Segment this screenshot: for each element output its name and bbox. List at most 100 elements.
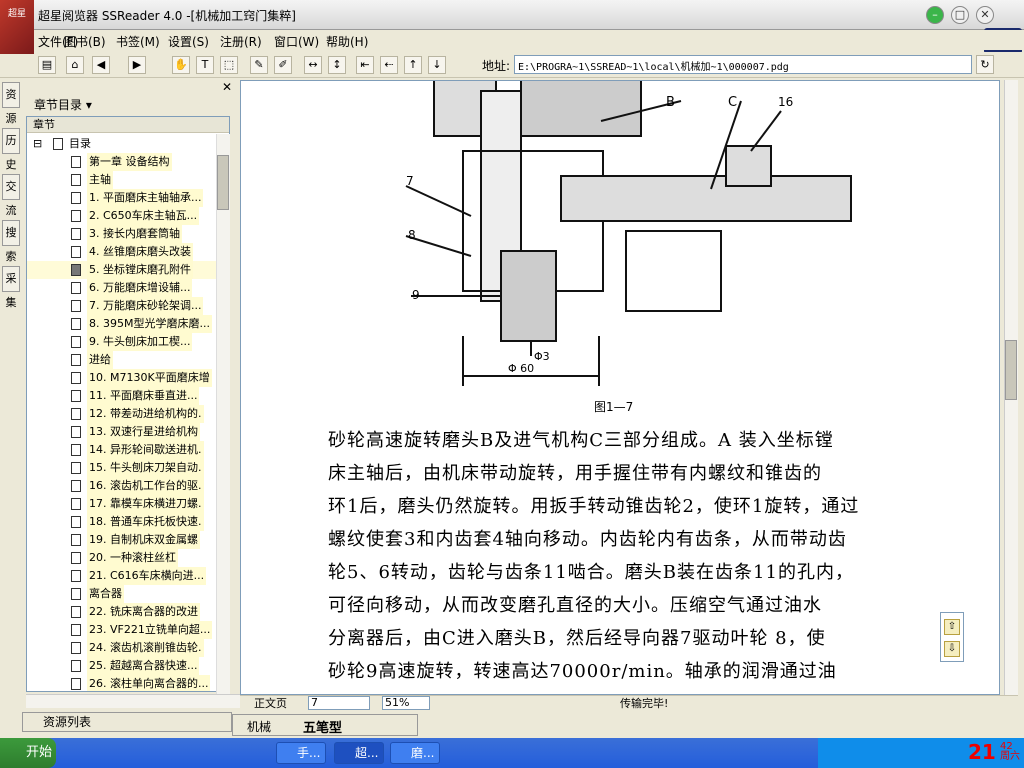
page-icon[interactable]: ▤ (38, 56, 56, 74)
address-input[interactable]: E:\PROGRA~1\SSREAD~1\local\机械加~1\000007.… (514, 55, 972, 74)
fit-width-icon[interactable]: ↔ (304, 56, 322, 74)
ime-label[interactable]: 五笔型 (303, 717, 342, 736)
page-up-icon[interactable]: ⇧ (944, 619, 960, 635)
tree-item[interactable]: 16. 滚齿机工作台的驱. (27, 477, 217, 495)
page-number-input[interactable]: 7 (308, 696, 370, 710)
tree-item[interactable]: 23. VF221立铣单向超... (27, 621, 217, 639)
tree-item[interactable]: 进给 (27, 351, 217, 369)
menu-settings[interactable]: 设置(S) (168, 33, 209, 50)
tree-item[interactable]: 第一章 设备结构 (27, 153, 217, 171)
highlight-icon[interactable]: ✐ (274, 56, 292, 74)
tree-item-label: 24. 滚齿机滚削锥齿轮. (87, 639, 204, 657)
tree-root[interactable]: ⊟ 目录 (27, 135, 217, 153)
text-tool-icon[interactable]: T (196, 56, 214, 74)
tab-collect[interactable]: 采集 (2, 266, 20, 309)
forward-icon[interactable]: ▶ (128, 56, 146, 74)
tree-item[interactable]: 4. 丝锥磨床磨头改装 (27, 243, 217, 261)
task-button[interactable]: 磨... (390, 742, 440, 764)
tree-item[interactable]: 19. 自制机床双金属螺 (27, 531, 217, 549)
figure-label-b: B (666, 95, 675, 110)
tree-scrollbar[interactable] (216, 134, 230, 694)
maximize-button[interactable]: □ (951, 6, 969, 24)
home-icon[interactable]: ⌂ (66, 56, 84, 74)
tree-item[interactable]: 3. 接长内磨套筒轴 (27, 225, 217, 243)
tree-item[interactable]: 主轴 (27, 171, 217, 189)
tree-item[interactable]: 13. 双速行星进给机构 (27, 423, 217, 441)
back-icon[interactable]: ◀ (92, 56, 110, 74)
page-icon (71, 372, 81, 384)
tree-item-label: 9. 牛头刨床加工楔... (87, 333, 193, 351)
tree-item[interactable]: 15. 牛头刨床刀架自动. (27, 459, 217, 477)
annotate-icon[interactable]: ✎ (250, 56, 268, 74)
tree-item[interactable]: 8. 395M型光学磨床磨... (27, 315, 217, 333)
minimize-button[interactable]: – (926, 6, 944, 24)
viewer-scroll-thumb[interactable] (1005, 340, 1017, 400)
resource-list-tab[interactable]: 资源列表 (22, 712, 232, 732)
tree-item[interactable]: 12. 带差动进给机构的. (27, 405, 217, 423)
task-button-active[interactable]: 超... (334, 742, 384, 764)
up-arrow-icon[interactable]: ↑ (404, 56, 422, 74)
tree-item-label: 离合器 (87, 585, 124, 603)
tree-item[interactable]: 26. 滚柱单向离合器的... (27, 675, 217, 691)
menu-register[interactable]: 注册(R) (220, 33, 262, 50)
text-line: 砂轮高速旋转磨头B及进气机构C三部分组成。A 装入坐标镗 (328, 430, 834, 451)
page-icon (71, 498, 81, 510)
tree-item[interactable]: 14. 异形轮间歇送进机. (27, 441, 217, 459)
tree-root-label: 目录 (69, 137, 91, 150)
collapse-icon[interactable]: ⊟ (33, 135, 42, 153)
tree-item[interactable]: 1. 平面磨床主轴轴承... (27, 189, 217, 207)
tree-item[interactable]: 18. 普通车床托板快速. (27, 513, 217, 531)
text-line: 螺纹使套3和内齿套4轴向移动。内齿轮内有齿条，从而带动齿 (328, 529, 847, 550)
zoom-select[interactable]: 51% (382, 696, 430, 710)
tree-item-label: 17. 靠模车床横进刀螺. (87, 495, 204, 513)
app-logo[interactable]: 超星 (0, 0, 34, 54)
tree-item[interactable]: 24. 滚齿机滚削锥齿轮. (27, 639, 217, 657)
hand-tool-icon[interactable]: ✋ (172, 56, 190, 74)
tree-item[interactable]: 22. 铣床离合器的改进 (27, 603, 217, 621)
tree-scroll-thumb[interactable] (217, 155, 229, 210)
tree-item[interactable]: 11. 平面磨床垂直进... (27, 387, 217, 405)
tree-item-label: 14. 异形轮间歇送进机. (87, 441, 204, 459)
tree-item[interactable]: 10. M7130K平面磨床增 (27, 369, 217, 387)
ime-tab[interactable]: 机械 (247, 718, 271, 735)
tab-exchange[interactable]: 交流 (2, 174, 20, 217)
tree-item[interactable]: 7. 万能磨床砂轮架调... (27, 297, 217, 315)
tree-item[interactable]: 9. 牛头刨床加工楔... (27, 333, 217, 351)
menu-window[interactable]: 窗口(W) (274, 33, 319, 50)
tab-history[interactable]: 历史 (2, 128, 20, 171)
chapter-directory-header[interactable]: 章节目录 ▾ (24, 96, 234, 114)
page-icon (71, 300, 81, 312)
tree-item[interactable]: 6. 万能磨床增设辅... (27, 279, 217, 297)
tree-item[interactable]: 5. 坐标镗床磨孔附件 (27, 261, 217, 279)
tree-item[interactable]: 21. C616车床横向进... (27, 567, 217, 585)
view-mode[interactable]: 正文页 (254, 697, 287, 711)
tree-item[interactable]: 20. 一种滚柱丝杠 (27, 549, 217, 567)
menu-bookmark[interactable]: 书签(M) (116, 33, 160, 50)
page-icon (71, 264, 81, 276)
page-down-icon[interactable]: ⇩ (944, 641, 960, 657)
tab-search[interactable]: 搜索 (2, 220, 20, 263)
task-button[interactable]: 手... (276, 742, 326, 764)
tree-horizontal-scrollbar[interactable] (26, 694, 240, 708)
tree-item[interactable]: 2. C650车床主轴瓦... (27, 207, 217, 225)
book-icon (53, 138, 63, 150)
select-tool-icon[interactable]: ⬚ (220, 56, 238, 74)
tree-item[interactable]: 17. 靠模车床横进刀螺. (27, 495, 217, 513)
close-button[interactable]: ✕ (976, 6, 994, 24)
go-icon[interactable]: ↻ (976, 55, 994, 74)
page-icon (71, 642, 81, 654)
close-icon[interactable]: ✕ (222, 80, 232, 94)
tree-item[interactable]: 离合器 (27, 585, 217, 603)
menu-book[interactable]: 图书(B) (64, 33, 106, 50)
start-button[interactable]: 开始 (0, 738, 56, 768)
tree-item[interactable]: 25. 超越离合器快速... (27, 657, 217, 675)
tree-item-label: 22. 铣床离合器的改进 (87, 603, 200, 621)
fit-page-icon[interactable]: ↕ (328, 56, 346, 74)
menu-help[interactable]: 帮助(H) (326, 33, 368, 50)
tab-resources[interactable]: 资源 (2, 82, 20, 125)
figure-label-8: 8 (408, 228, 416, 242)
first-page-icon[interactable]: ⇤ (356, 56, 374, 74)
tree-item-label: 4. 丝锥磨床磨头改装 (87, 243, 193, 261)
prev-page-icon[interactable]: ⇠ (380, 56, 398, 74)
down-arrow-icon[interactable]: ↓ (428, 56, 446, 74)
